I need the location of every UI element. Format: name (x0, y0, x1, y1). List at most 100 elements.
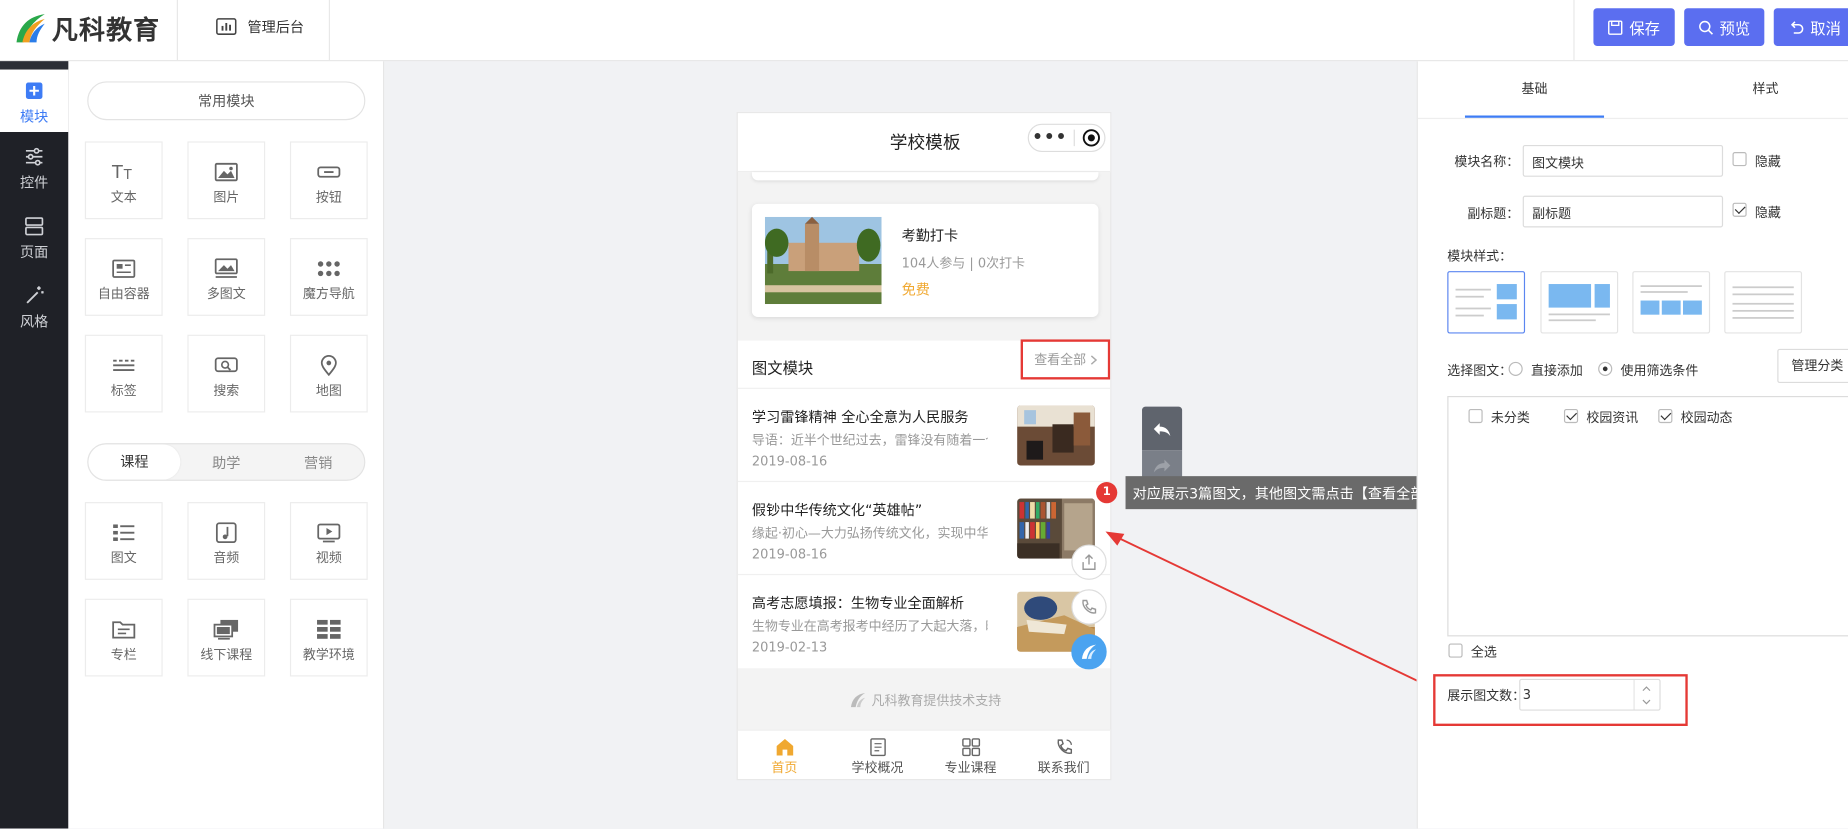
phone-tab-home[interactable]: 首页 (738, 734, 831, 776)
module-label: 音频 (213, 550, 240, 566)
module-name-hide-checkbox[interactable] (1732, 152, 1747, 167)
cancel-button[interactable]: 取消 (1773, 8, 1848, 46)
phone-tab-contact[interactable]: 联系我们 (1017, 734, 1110, 776)
brand-logo[interactable]: 凡科教育 (12, 7, 161, 49)
use-filter-radio[interactable] (1598, 361, 1613, 376)
module-free-container[interactable]: 自由容器 (84, 238, 163, 316)
style-option-3[interactable] (1632, 271, 1711, 334)
plus-square-icon (25, 82, 43, 99)
phone-tab-label: 首页 (771, 760, 798, 776)
manage-category-button[interactable]: 管理分类 (1777, 348, 1848, 384)
style-option-1[interactable] (1447, 271, 1526, 334)
checkin-card[interactable]: 考勤打卡 104人参与 | 0次打卡 免费 (751, 203, 1099, 318)
preview-button[interactable]: 预览 (1684, 8, 1765, 46)
save-icon (1608, 19, 1623, 35)
subtitle-input[interactable]: 副标题 (1522, 195, 1724, 228)
chevron-up-icon[interactable] (1642, 685, 1651, 692)
module-name-input[interactable]: 图文模块 (1522, 144, 1724, 177)
environment-icon (317, 619, 341, 639)
module-label: 教学环境 (302, 647, 355, 663)
module-cube-nav[interactable]: 魔方导航 (289, 238, 368, 316)
nav-item-pages[interactable]: 页面 (0, 202, 68, 270)
module-map[interactable]: 地图 (289, 334, 368, 413)
phone-tab-label: 联系我们 (1037, 760, 1090, 776)
nav-item-modules[interactable]: 模块 (0, 69, 69, 132)
style-big-image-icon (1548, 284, 1610, 322)
module-label: 图文 (110, 550, 137, 566)
admin-link[interactable]: 管理后台 (216, 16, 304, 36)
hide-label: 隐藏 (1754, 205, 1781, 221)
admin-label: 管理后台 (247, 18, 305, 36)
article-title: 高考志愿填报：生物专业全面解析 (751, 595, 965, 612)
miniapp-capsule[interactable]: ••• (1027, 123, 1106, 153)
module-label: 图片 (213, 189, 240, 206)
course-category-tabs: 课程 助学 营销 (87, 443, 366, 481)
count-stepper[interactable]: 3 (1519, 678, 1661, 711)
chevron-down-icon[interactable] (1642, 699, 1651, 706)
category-label: 校园动态 (1680, 410, 1733, 426)
style-option-2[interactable] (1540, 271, 1619, 334)
common-modules-header[interactable]: 常用模块 (87, 81, 366, 121)
save-button[interactable]: 保存 (1593, 8, 1675, 46)
module-tag[interactable]: 标签 (84, 334, 163, 413)
category-checkbox[interactable] (1563, 408, 1579, 424)
subtitle-hide-checkbox[interactable] (1732, 202, 1747, 217)
undo-button[interactable] (1142, 406, 1183, 451)
phone-tab-courses[interactable]: 专业课程 (924, 734, 1017, 776)
category-checkbox[interactable] (1468, 408, 1483, 424)
module-button[interactable]: 按钮 (289, 141, 368, 220)
cancel-label: 取消 (1810, 20, 1841, 39)
nav-item-style[interactable]: 风格 (0, 271, 68, 339)
module-teaching-env[interactable]: 教学环境 (289, 598, 368, 677)
module-style-label: 模块样式： (1447, 248, 1513, 264)
module-video[interactable]: 视频 (289, 502, 368, 580)
view-all-link[interactable]: 查看全部 (1020, 339, 1111, 380)
close-target-icon[interactable] (1082, 128, 1101, 147)
brand-logo-icon (16, 14, 45, 43)
select-all-label: 全选 (1470, 644, 1497, 660)
phone-tab-overview[interactable]: 学校概况 (831, 734, 924, 776)
nav-item-label: 控件 (20, 174, 49, 191)
style-text-only-icon (1732, 286, 1794, 319)
module-search[interactable]: 搜索 (187, 334, 266, 413)
article-item[interactable]: 学习雷锋精神 全心全意为人民服务 导语：近半个世纪过去，雷锋没有随着一个... … (737, 389, 1111, 483)
phone-icon (1082, 599, 1097, 614)
svg-text:T: T (111, 163, 123, 183)
tab-style[interactable]: 样式 (1696, 61, 1835, 118)
direct-add-radio[interactable] (1508, 361, 1523, 376)
more-icon[interactable]: ••• (1032, 128, 1067, 147)
tab-basic[interactable]: 基础 (1464, 61, 1605, 118)
hide-label: 隐藏 (1754, 154, 1781, 170)
select-all-checkbox[interactable] (1448, 643, 1463, 658)
share-icon (1082, 554, 1096, 570)
module-label: 多图文 (206, 286, 246, 302)
module-column[interactable]: 专栏 (84, 598, 163, 677)
pages-icon (25, 217, 44, 236)
module-name-label: 模块名称： (1454, 154, 1520, 170)
style-option-4[interactable] (1724, 271, 1803, 334)
annotation-arrow (1105, 531, 1436, 691)
category-checkbox[interactable] (1658, 408, 1673, 424)
phone-preview: 学校模板 ••• 考勤打卡 104人参与 | 0次打卡 免费 图文模块 查看全部… (736, 111, 1112, 781)
module-image[interactable]: 图片 (187, 141, 266, 220)
article-item[interactable]: 假钞中华传统文化“英雄帖” 缘起·初心—大力弘扬传统文化，实现中华... 201… (737, 482, 1111, 576)
article-title: 学习雷锋精神 全心全意为人民服务 (751, 408, 969, 426)
settings-panel: 基础 样式 模块名称： 图文模块 隐藏 副标题： 副标题 隐藏 模块样式： 选择… (1416, 61, 1848, 829)
module-label: 按钮 (315, 189, 342, 206)
top-bar: 凡科教育 管理后台 保存 预览 取消 (0, 0, 1848, 62)
module-article[interactable]: 图文 (84, 502, 163, 580)
module-offline-course[interactable]: 线下课程 (187, 598, 266, 677)
footer-text: 凡科教育提供技术支持 (871, 692, 1002, 709)
article-item[interactable]: 高考志愿填报：生物专业全面解析 生物专业在高考报考中经历了大起大落，时... 2… (738, 575, 1110, 668)
tab-marketing[interactable]: 营销 (272, 452, 364, 472)
grid-icon (961, 738, 980, 757)
common-modules-label: 常用模块 (197, 93, 255, 110)
count-label: 展示图文数： (1447, 688, 1526, 704)
module-text[interactable]: TT 文本 (84, 141, 163, 220)
music-note-icon (215, 522, 237, 544)
module-audio[interactable]: 音频 (187, 502, 266, 580)
tab-course[interactable]: 课程 (88, 444, 181, 480)
nav-item-controls[interactable]: 控件 (0, 132, 68, 200)
tab-study-aid[interactable]: 助学 (180, 452, 272, 472)
module-multi-image[interactable]: 多图文 (187, 238, 266, 316)
